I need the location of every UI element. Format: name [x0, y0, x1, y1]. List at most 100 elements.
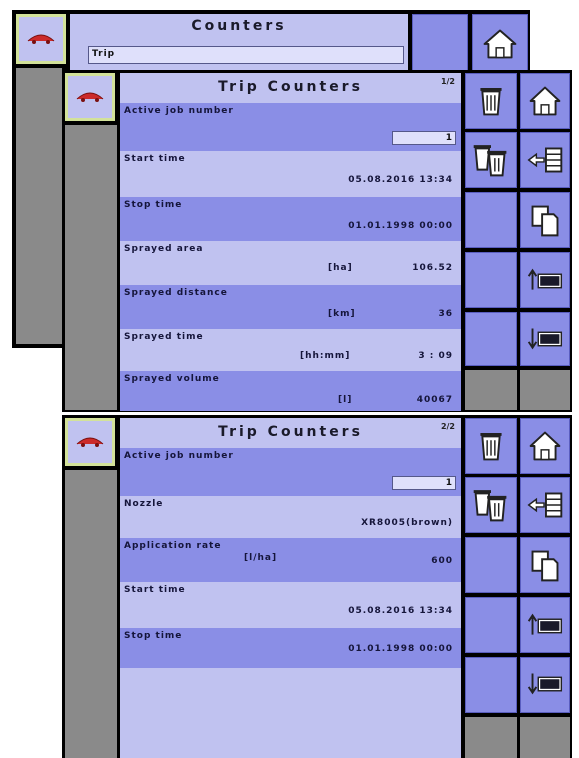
blank-button[interactable]: [465, 252, 517, 308]
page-title: Trip Counters: [218, 79, 363, 95]
button-strip-filler: [520, 717, 570, 758]
reset-all-button[interactable]: [465, 132, 517, 188]
counter-type-select[interactable]: Trip: [88, 46, 404, 64]
back-list-icon: [527, 147, 563, 173]
home-icon: [529, 86, 561, 116]
sprayed-area-row: Sprayed area [ha] 106.52: [120, 241, 461, 285]
application-rate-row: Application rate [l/ha] 600: [120, 538, 461, 582]
trash-all-icon: [473, 145, 507, 177]
stop-time-label: Stop time: [124, 631, 183, 641]
stop-time-row: Stop time 01.01.1998 00:00: [120, 628, 461, 668]
nozzle-label: Nozzle: [124, 499, 164, 509]
counter-up-button[interactable]: [520, 252, 570, 308]
sprayed-distance-label: Sprayed distance: [124, 288, 228, 298]
start-time-label: Start time: [124, 585, 186, 595]
sprayed-area-unit: [ha]: [328, 263, 353, 273]
active-job-label: Active job number: [124, 106, 234, 116]
home-icon: [529, 431, 561, 461]
trash-icon: [480, 88, 502, 116]
logo-tile: [16, 14, 66, 64]
trip-counters-page-2: Trip Counters 2/2 Active job number 1 No…: [62, 415, 572, 758]
counter-up-button[interactable]: [520, 597, 570, 653]
reset-all-button[interactable]: [465, 477, 517, 533]
active-job-row: Active job number 1: [120, 448, 461, 496]
counter-down-button[interactable]: [520, 312, 570, 366]
sprayer-logo-icon: [76, 437, 104, 447]
trip-counters-page-1: Trip Counters 1/2 Active job number 1 St…: [62, 70, 572, 412]
nozzle-row: Nozzle XR8005(brown): [120, 496, 461, 538]
sprayed-area-label: Sprayed area: [124, 244, 204, 254]
blank-button[interactable]: [465, 657, 517, 713]
blank-button[interactable]: [465, 312, 517, 366]
start-time-value: 05.08.2016 13:34: [348, 175, 453, 185]
start-time-value: 05.08.2016 13:34: [348, 606, 453, 616]
copy-button[interactable]: [520, 537, 570, 593]
counter-type-value: Trip: [92, 49, 116, 59]
home-button[interactable]: [520, 73, 570, 129]
blank-button[interactable]: [465, 597, 517, 653]
page-indicator: 2/2: [440, 422, 455, 431]
stop-time-label: Stop time: [124, 200, 183, 210]
sprayed-time-label: Sprayed time: [124, 332, 204, 342]
blank-button[interactable]: [465, 537, 517, 593]
copy-icon: [531, 205, 559, 237]
sprayed-volume-value: 40067: [416, 395, 453, 405]
blank-button[interactable]: [412, 14, 468, 72]
back-button[interactable]: [520, 477, 570, 533]
counter-up-icon: [527, 268, 563, 290]
counter-up-icon: [527, 613, 563, 635]
active-job-row: Active job number 1: [120, 103, 461, 151]
copy-button[interactable]: [520, 192, 570, 248]
active-job-label: Active job number: [124, 451, 234, 461]
stop-time-value: 01.01.1998 00:00: [348, 644, 453, 654]
sprayed-distance-unit: [km]: [328, 309, 356, 319]
left-strip: [65, 470, 117, 758]
sprayed-distance-value: 36: [438, 309, 453, 319]
active-job-input[interactable]: 1: [392, 131, 456, 145]
sprayed-area-value: 106.52: [412, 263, 453, 273]
back-list-icon: [527, 492, 563, 518]
application-rate-value: 600: [431, 556, 453, 566]
stop-time-row: Stop time 01.01.1998 00:00: [120, 197, 461, 241]
sprayed-volume-row: Sprayed volume [l] 40067: [120, 371, 461, 411]
sprayed-time-row: Sprayed time [hh:mm] 3 : 09: [120, 329, 461, 371]
counter-down-button[interactable]: [520, 657, 570, 713]
sprayed-time-value: 3 : 09: [418, 351, 453, 361]
content-area: Trip Counters 2/2 Active job number 1 No…: [120, 418, 461, 758]
page-indicator: 1/2: [440, 77, 455, 86]
left-strip: [16, 68, 62, 344]
reset-button[interactable]: [465, 73, 517, 129]
trash-icon: [480, 433, 502, 461]
start-time-row: Start time 05.08.2016 13:34: [120, 582, 461, 628]
sprayed-volume-unit: [l]: [338, 395, 353, 405]
content-area: Trip Counters 1/2 Active job number 1 St…: [120, 73, 461, 411]
home-button[interactable]: [520, 418, 570, 474]
sprayer-logo-icon: [27, 34, 55, 44]
back-button[interactable]: [520, 132, 570, 188]
start-time-label: Start time: [124, 154, 186, 164]
nozzle-value: XR8005(brown): [361, 518, 453, 528]
counter-down-icon: [527, 328, 563, 350]
active-job-input[interactable]: 1: [392, 476, 456, 490]
counter-down-icon: [527, 673, 563, 695]
page-title: Trip Counters: [218, 424, 363, 440]
copy-icon: [531, 550, 559, 582]
home-icon: [483, 29, 517, 59]
stop-time-value: 01.01.1998 00:00: [348, 221, 453, 231]
trash-all-icon: [473, 490, 507, 522]
button-strip-filler: [465, 717, 517, 758]
button-strip-filler: [465, 370, 517, 410]
blank-button[interactable]: [465, 192, 517, 248]
sprayer-logo-icon: [76, 92, 104, 102]
reset-button[interactable]: [465, 418, 517, 474]
sprayed-time-unit: [hh:mm]: [300, 351, 351, 361]
home-button[interactable]: [472, 14, 528, 72]
logo-tile: [65, 73, 115, 121]
counters-title: Counters: [191, 18, 287, 34]
button-strip-filler: [520, 370, 570, 410]
start-time-row: Start time 05.08.2016 13:34: [120, 151, 461, 197]
left-strip: [65, 125, 117, 410]
sprayed-volume-label: Sprayed volume: [124, 374, 220, 384]
application-rate-unit: [l/ha]: [244, 553, 278, 563]
application-rate-label: Application rate: [124, 541, 222, 551]
